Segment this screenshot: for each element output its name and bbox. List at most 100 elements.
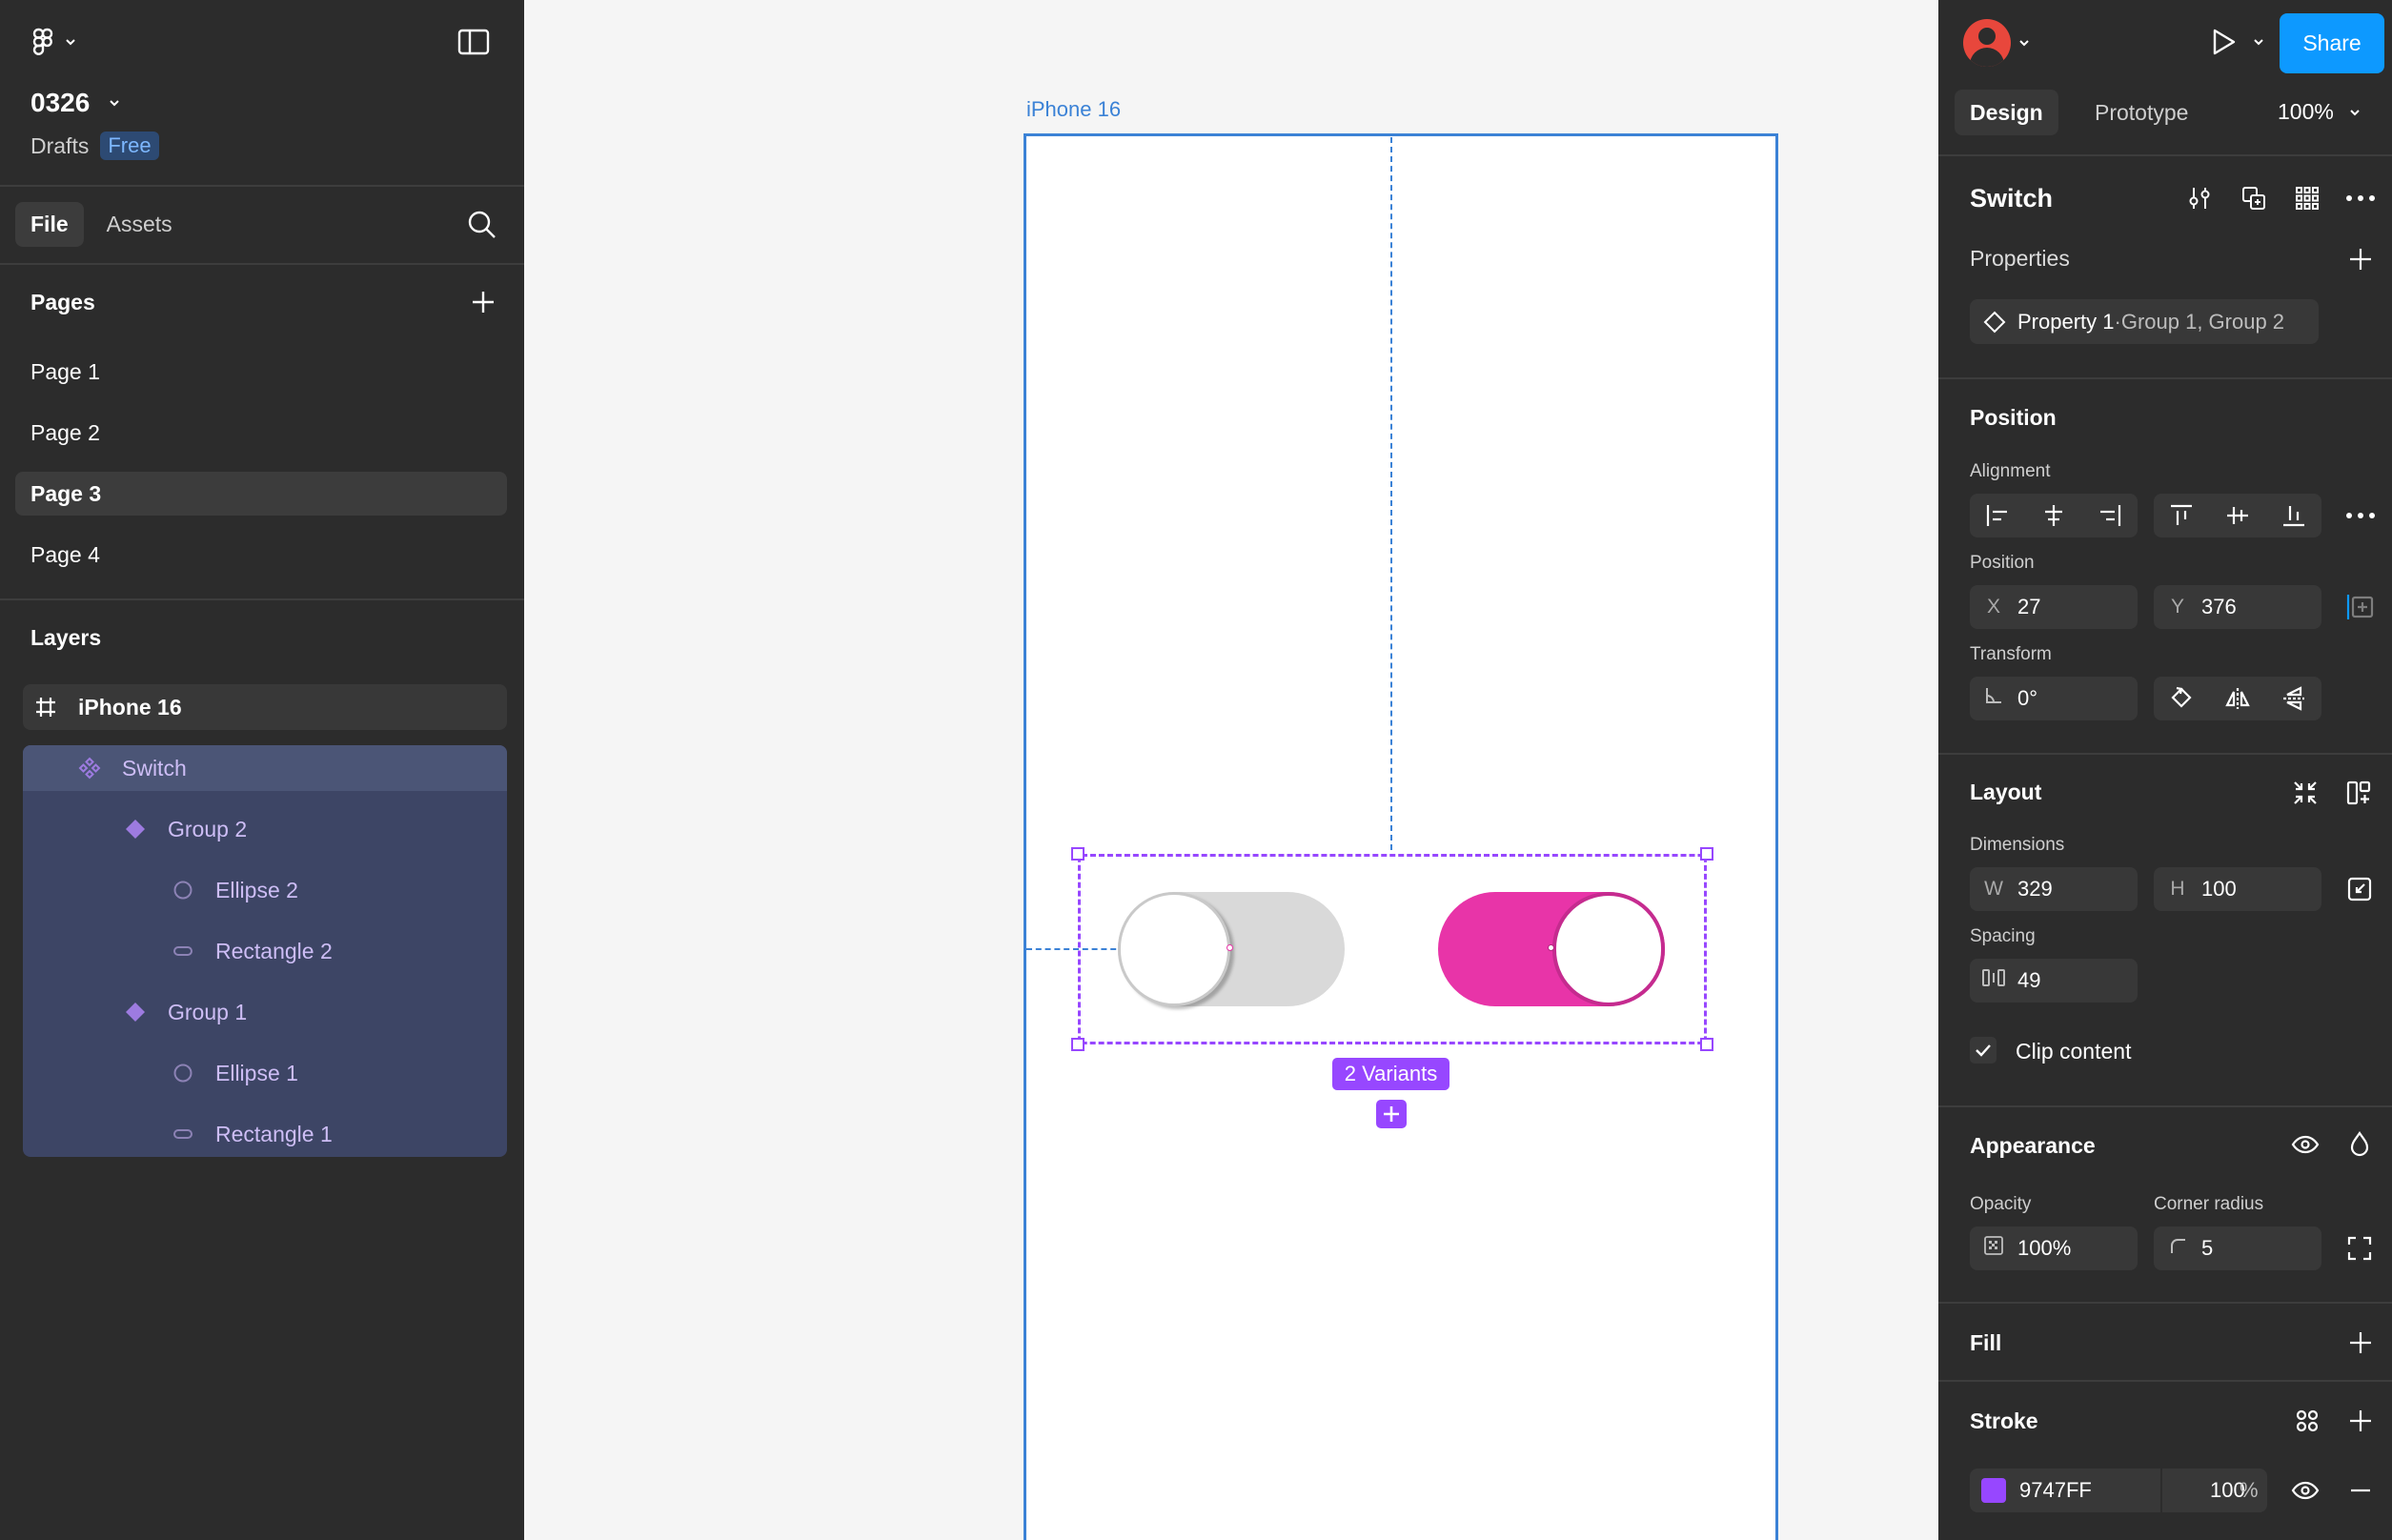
chevron-down-icon bbox=[110, 100, 120, 107]
layer-ellipse-2[interactable]: Ellipse 2 bbox=[172, 867, 298, 913]
divider bbox=[1938, 1105, 2392, 1107]
opacity-input[interactable]: 100% bbox=[1970, 1226, 2138, 1270]
frame-icon bbox=[36, 698, 55, 717]
variant-property-icon bbox=[1983, 311, 2006, 333]
collapse-layout-icon[interactable] bbox=[2292, 780, 2319, 806]
flip-vertical-icon[interactable] bbox=[2281, 685, 2307, 712]
layer-group-2[interactable]: Group 2 bbox=[124, 806, 247, 852]
page-item-2[interactable]: Page 2 bbox=[15, 411, 507, 455]
align-left-icon[interactable] bbox=[1984, 502, 2011, 529]
y-input[interactable]: Y 376 bbox=[2154, 585, 2321, 629]
eye-icon[interactable] bbox=[2291, 1133, 2320, 1156]
add-page-icon[interactable] bbox=[471, 290, 496, 314]
rectangle-icon bbox=[173, 1129, 193, 1139]
align-top-icon[interactable] bbox=[2168, 502, 2195, 529]
layer-rectangle-1[interactable]: Rectangle 1 bbox=[172, 1111, 333, 1157]
file-location[interactable]: Drafts bbox=[30, 133, 89, 159]
grid-icon[interactable] bbox=[2294, 185, 2321, 212]
switch-on-variant[interactable] bbox=[1438, 892, 1665, 1006]
layer-label: iPhone 16 bbox=[78, 694, 182, 719]
layer-label: Switch bbox=[122, 755, 187, 780]
plan-badge[interactable]: Free bbox=[100, 132, 159, 160]
resize-handle[interactable] bbox=[1700, 1038, 1713, 1051]
add-property-icon[interactable] bbox=[2348, 247, 2373, 272]
layer-switch[interactable]: Switch bbox=[78, 745, 187, 791]
page-item-3[interactable]: Page 3 bbox=[15, 472, 507, 516]
resize-handle[interactable] bbox=[1700, 847, 1713, 861]
more-icon[interactable] bbox=[2345, 193, 2376, 203]
blend-mode-icon[interactable] bbox=[2348, 1130, 2371, 1157]
corner-radius-icon bbox=[2161, 1236, 2194, 1261]
switch-off-variant[interactable] bbox=[1118, 892, 1345, 1006]
clip-content-checkbox[interactable] bbox=[1970, 1037, 1997, 1064]
stroke-visibility-icon[interactable] bbox=[2291, 1479, 2320, 1502]
file-name: 0326 bbox=[30, 88, 91, 117]
layer-rectangle-2[interactable]: Rectangle 2 bbox=[172, 928, 333, 974]
tab-design[interactable]: Design bbox=[1955, 90, 2058, 135]
h-label: H bbox=[2170, 878, 2185, 900]
remove-stroke-icon[interactable] bbox=[2348, 1478, 2373, 1503]
auto-layout-icon[interactable] bbox=[2345, 780, 2372, 806]
height-input[interactable]: H 100 bbox=[2154, 867, 2321, 911]
align-bottom-icon[interactable] bbox=[2281, 502, 2307, 529]
main-menu-button[interactable] bbox=[29, 27, 78, 57]
resize-handle[interactable] bbox=[1071, 847, 1085, 861]
page-item-4[interactable]: Page 4 bbox=[15, 533, 507, 577]
corner-radius-input[interactable]: 5 bbox=[2154, 1226, 2321, 1270]
width-input[interactable]: W 329 bbox=[1970, 867, 2138, 911]
frame-label[interactable]: iPhone 16 bbox=[1026, 97, 1121, 122]
y-label: Y bbox=[2170, 596, 2184, 618]
stroke-color-input[interactable]: 9747FF 100 % bbox=[1970, 1469, 2267, 1512]
page-item-label: Page 2 bbox=[30, 419, 100, 445]
adjust-icon[interactable] bbox=[2186, 185, 2213, 212]
style-library-icon[interactable] bbox=[2294, 1408, 2321, 1434]
add-stroke-icon[interactable] bbox=[2348, 1408, 2373, 1433]
instance-swap-icon[interactable] bbox=[2240, 185, 2267, 212]
right-panel: Share Design Prototype 100% Switch Prope… bbox=[1938, 0, 2392, 1540]
layer-ellipse-1[interactable]: Ellipse 1 bbox=[172, 1050, 298, 1096]
x-input[interactable]: X 27 bbox=[1970, 585, 2138, 629]
align-middle-v-icon[interactable] bbox=[2224, 502, 2251, 529]
stroke-color-swatch[interactable] bbox=[1981, 1478, 2006, 1503]
search-icon[interactable] bbox=[467, 210, 497, 240]
add-fill-icon[interactable] bbox=[2348, 1330, 2373, 1355]
tab-assets[interactable]: Assets bbox=[91, 202, 188, 247]
page-item-label: Page 3 bbox=[30, 480, 102, 506]
toggle-sidebar-icon[interactable] bbox=[457, 29, 490, 55]
checkmark-icon bbox=[1976, 1044, 1991, 1057]
spacing-input[interactable]: 49 bbox=[1970, 959, 2138, 1003]
present-button[interactable] bbox=[2207, 27, 2266, 57]
layer-iphone-16[interactable]: iPhone 16 bbox=[23, 684, 507, 730]
opacity-value: 100% bbox=[2017, 1236, 2072, 1260]
resize-to-fit-icon[interactable] bbox=[2346, 876, 2373, 902]
canvas[interactable]: iPhone 16 2 Variants bbox=[524, 0, 1938, 1540]
properties-title: Properties bbox=[1970, 246, 2070, 271]
resize-handle[interactable] bbox=[1071, 1038, 1085, 1051]
tab-prototype[interactable]: Prototype bbox=[2079, 90, 2203, 135]
spacing-icon bbox=[1977, 967, 2010, 994]
tab-file[interactable]: File bbox=[15, 202, 84, 247]
avatar-button[interactable] bbox=[1963, 19, 2032, 67]
page-item-1[interactable]: Page 1 bbox=[15, 350, 507, 394]
rotation-input[interactable]: 0° bbox=[1970, 677, 2138, 720]
zoom-dropdown[interactable]: 100% bbox=[2278, 99, 2362, 125]
rotate-90-icon[interactable] bbox=[2168, 685, 2195, 712]
clip-content-label[interactable]: Clip content bbox=[2016, 1039, 2131, 1064]
align-center-h-icon[interactable] bbox=[2040, 502, 2067, 529]
flip-horizontal-icon[interactable] bbox=[2224, 685, 2251, 712]
file-name-button[interactable]: 0326 bbox=[30, 88, 122, 118]
constraints-icon[interactable] bbox=[2344, 592, 2375, 622]
share-button[interactable]: Share bbox=[2280, 13, 2384, 73]
independent-corners-icon[interactable] bbox=[2346, 1235, 2373, 1262]
iphone-16-frame[interactable] bbox=[1024, 133, 1778, 1540]
align-right-icon[interactable] bbox=[2097, 502, 2123, 529]
variants-badge[interactable]: 2 Variants bbox=[1332, 1058, 1449, 1090]
add-variant-button[interactable] bbox=[1376, 1100, 1407, 1128]
rotation-icon bbox=[1977, 685, 2010, 712]
layer-group-1[interactable]: Group 1 bbox=[124, 989, 247, 1035]
switch-knob bbox=[1118, 892, 1230, 1006]
transform-label: Transform bbox=[1970, 644, 2052, 664]
stroke-title: Stroke bbox=[1970, 1408, 2038, 1433]
more-alignment-icon[interactable] bbox=[2345, 511, 2376, 520]
property-pill[interactable]: Property 1 ·Group 1, Group 2 bbox=[1970, 299, 2319, 344]
